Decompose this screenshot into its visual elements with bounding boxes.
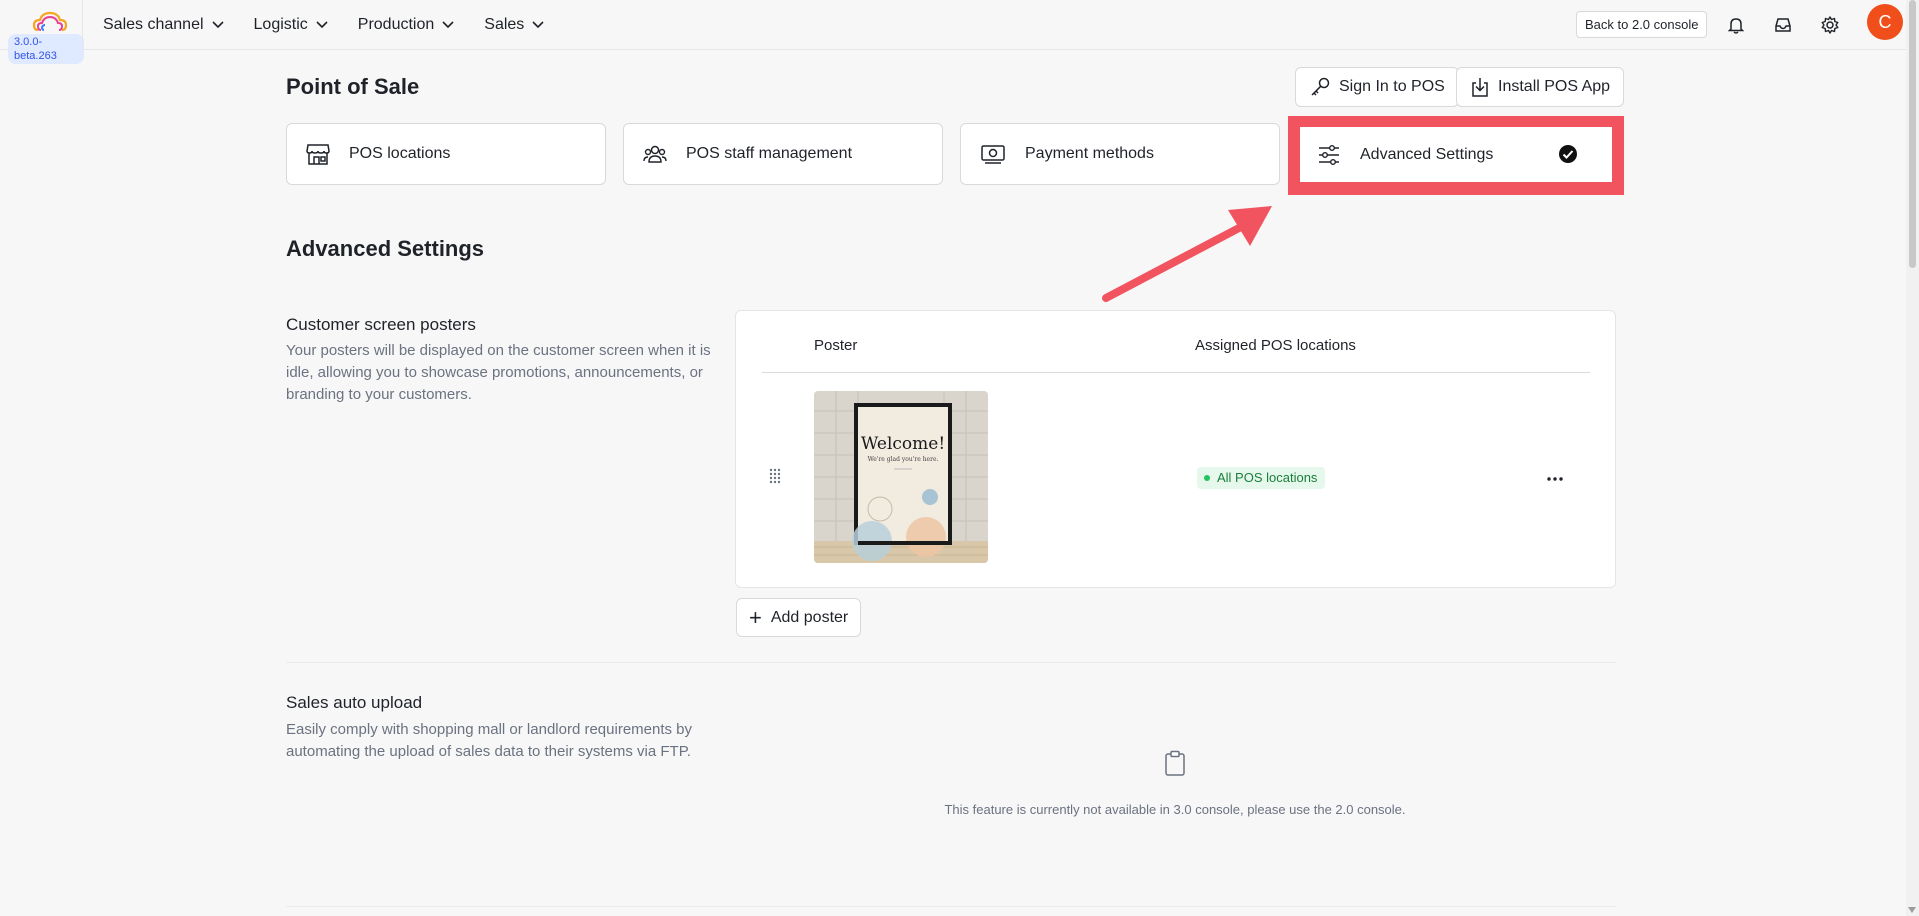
payment-icon — [981, 145, 1005, 164]
chevron-down-icon — [442, 21, 454, 29]
key-icon — [1311, 77, 1330, 96]
drag-handle-icon[interactable] — [768, 468, 782, 489]
cloud-logo-icon — [32, 11, 68, 32]
plus-icon: + — [749, 604, 762, 630]
section-title: Advanced Settings — [286, 236, 485, 261]
scrollbar-thumb[interactable] — [1909, 0, 1916, 268]
column-header-poster: Poster — [814, 337, 858, 354]
add-poster-button[interactable]: + Add poster — [736, 598, 862, 637]
bell-icon[interactable] — [1724, 13, 1748, 37]
chevron-down-icon — [316, 21, 328, 29]
nav-label: Sales — [484, 16, 525, 33]
add-poster-label: Add poster — [770, 608, 849, 626]
nav-label: Sales channel — [103, 16, 204, 33]
posters-table: Poster Assigned POS locations Welcome! W… — [735, 310, 1616, 588]
nav-label: Production — [357, 16, 435, 33]
posters-description: Your posters will be displayed on the cu… — [286, 342, 711, 403]
main-menu: Sales channel Logistic Production Sales — [103, 0, 574, 50]
chevron-down-icon — [532, 21, 544, 29]
nav-sales-channel[interactable]: Sales channel — [103, 16, 224, 34]
version-badge: 3.0.0-beta.263 — [8, 34, 84, 64]
tab-advanced-settings[interactable]: Advanced Settings — [1300, 127, 1612, 182]
top-nav: 3.0.0-beta.263 Sales channel Logistic Pr… — [0, 0, 1906, 64]
tab-pos-staff-management[interactable]: POS staff management — [623, 123, 943, 185]
tab-label: POS staff management — [686, 145, 853, 162]
posters-title: Customer screen posters — [286, 315, 476, 334]
download-icon — [1472, 78, 1488, 97]
staff-icon — [643, 145, 667, 163]
more-icon[interactable] — [1546, 469, 1564, 487]
section-divider — [286, 662, 1616, 663]
back-to-2-console-button[interactable]: Back to 2.0 console — [1576, 11, 1708, 38]
sliders-icon — [1319, 144, 1339, 165]
install-label: Install POS App — [1498, 78, 1611, 95]
check-icon — [1559, 145, 1577, 163]
store-icon — [306, 144, 330, 165]
column-header-locations: Assigned POS locations — [1195, 337, 1356, 354]
sign-in-to-pos-button[interactable]: Sign In to POS — [1295, 67, 1459, 107]
logo[interactable]: 3.0.0-beta.263 — [4, 4, 84, 64]
poster-thumbnail[interactable]: Welcome! We're glad you're here. — [814, 391, 988, 563]
annotation-arrow-icon — [1102, 206, 1272, 302]
unavailable-message: This feature is currently not available … — [944, 802, 1406, 817]
install-pos-app-button[interactable]: Install POS App — [1456, 67, 1625, 107]
nav-sales[interactable]: Sales — [484, 16, 544, 34]
nav-production[interactable]: Production — [358, 16, 455, 34]
page-title: Point of Sale — [286, 74, 420, 99]
tab-label: Payment methods — [1025, 145, 1154, 162]
status-badge: All POS locations — [1197, 467, 1326, 489]
scroll-down-arrow-icon[interactable] — [1908, 907, 1916, 913]
scrollbar[interactable] — [1906, 0, 1919, 916]
tab-label: POS locations — [349, 145, 451, 162]
status-dot — [1204, 475, 1210, 481]
tab-label: Advanced Settings — [1360, 145, 1494, 163]
nav-label: Logistic — [253, 16, 308, 33]
poster-subtext: We're glad you're here. — [868, 456, 939, 463]
section-divider — [286, 906, 1616, 907]
nav-logistic[interactable]: Logistic — [254, 16, 328, 34]
location-tag-label: All POS locations — [1217, 470, 1318, 485]
clipboard-icon — [1164, 750, 1186, 781]
logo-divider — [82, 0, 83, 50]
sales-upload-description: Easily comply with shopping mall or land… — [286, 721, 693, 760]
tab-pos-locations[interactable]: POS locations — [286, 123, 606, 185]
poster-heading: Welcome! — [861, 434, 945, 454]
sign-in-label: Sign In to POS — [1339, 78, 1445, 95]
inbox-icon[interactable] — [1771, 13, 1795, 37]
gear-icon[interactable] — [1818, 13, 1842, 37]
chevron-down-icon — [211, 21, 224, 29]
header-divider — [762, 372, 1590, 373]
sales-upload-title: Sales auto upload — [286, 693, 423, 712]
tab-payment-methods[interactable]: Payment methods — [960, 123, 1280, 185]
avatar[interactable]: C — [1867, 4, 1903, 40]
